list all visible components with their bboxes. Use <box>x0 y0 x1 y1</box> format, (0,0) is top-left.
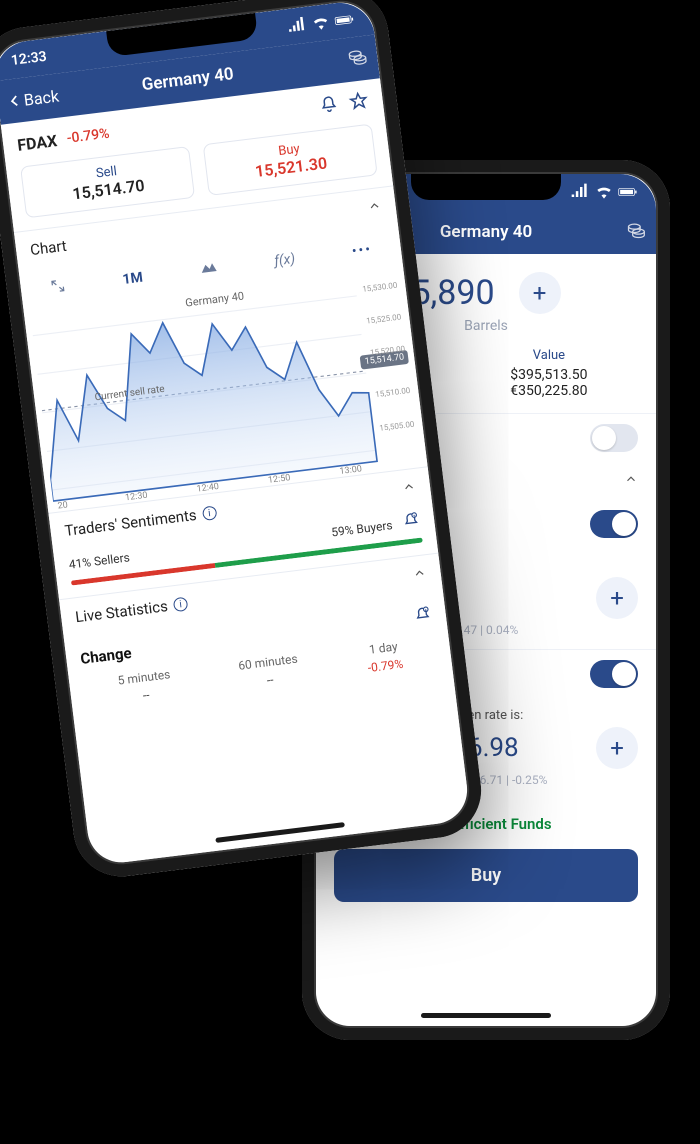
value-col: Value $395,513.50 €350,225.80 <box>510 348 587 399</box>
function-icon[interactable]: ƒ(x) <box>265 246 304 274</box>
stats-col: 1 day-0.79% <box>365 639 404 675</box>
status-time: 12:33 <box>10 49 47 69</box>
stats-col-label: 1 day <box>365 639 402 657</box>
sentiments-label: Traders' Sentiments <box>64 506 198 540</box>
battery-icon <box>333 9 355 31</box>
quantity-plus-button[interactable]: + <box>519 272 561 314</box>
toggle-1[interactable] <box>590 424 638 452</box>
status-icons <box>570 182 638 202</box>
page-title: Germany 40 <box>440 222 532 242</box>
stats-col: 5 minutes-- <box>117 667 173 705</box>
quantity-value[interactable]: 5,890 <box>411 273 494 313</box>
buy-button[interactable]: Buy <box>334 849 638 902</box>
rate2-plus-button[interactable]: + <box>596 727 638 769</box>
signal-icon <box>286 15 308 37</box>
back-button[interactable]: Back <box>7 86 60 111</box>
chevron-up-icon <box>367 198 383 218</box>
notch <box>411 174 561 200</box>
alert-bell-icon[interactable] <box>318 93 341 119</box>
more-icon[interactable]: ••• <box>343 237 382 265</box>
chevron-up-icon <box>624 472 638 490</box>
stats-col-value: -0.79% <box>367 657 404 675</box>
screen-chart: 12:33 Back Germany 40 FDAX -0.79% <box>0 0 471 866</box>
symbol-change: -0.79% <box>66 126 110 147</box>
info-icon[interactable]: i <box>202 505 218 521</box>
symbol-code: FDAX <box>16 131 58 155</box>
value-usd: $395,513.50 <box>510 367 587 383</box>
buyers-label: 59% Buyers <box>330 518 393 539</box>
chart-header-label: Chart <box>29 237 67 259</box>
wifi-icon <box>310 12 332 34</box>
back-label: Back <box>23 86 60 109</box>
sentiment-bell-icon[interactable]: + <box>401 511 421 534</box>
stats-col-value: -- <box>240 669 301 690</box>
expand-icon[interactable] <box>40 272 75 304</box>
value-eur: €350,225.80 <box>510 383 587 399</box>
stats-col: 60 minutes-- <box>237 652 300 691</box>
timeframe-selector[interactable]: 1M <box>113 265 152 293</box>
stats-label: Live Statistics <box>74 597 169 626</box>
signal-icon <box>570 182 590 202</box>
phone-chart: 12:33 Back Germany 40 FDAX -0.79% <box>0 0 487 882</box>
chevron-left-icon <box>7 91 23 111</box>
favorite-star-icon[interactable] <box>347 90 370 116</box>
rate1-plus-button[interactable]: + <box>596 577 638 619</box>
stats-col-value: -- <box>119 685 173 705</box>
stats-col-label: 5 minutes <box>117 667 171 687</box>
change-label: Change <box>79 644 132 668</box>
battery-icon <box>618 182 638 202</box>
home-indicator <box>421 1013 551 1018</box>
chevron-up-icon <box>401 479 417 499</box>
sellers-label: 41% Sellers <box>68 550 130 571</box>
coins-icon[interactable] <box>626 220 646 244</box>
status-icons <box>286 9 356 37</box>
chart-type-icon[interactable] <box>190 255 227 285</box>
x-tick: 20 <box>57 500 68 511</box>
page-title: Germany 40 <box>141 64 235 95</box>
info-icon[interactable]: i <box>173 597 189 613</box>
wifi-icon <box>594 182 614 202</box>
stats-bell-icon[interactable]: + <box>413 605 434 629</box>
toggle-3[interactable] <box>590 660 638 688</box>
value-label: Value <box>510 348 587 363</box>
coins-icon[interactable] <box>346 46 369 72</box>
toggle-2[interactable] <box>590 510 638 538</box>
chevron-up-icon <box>412 565 428 585</box>
